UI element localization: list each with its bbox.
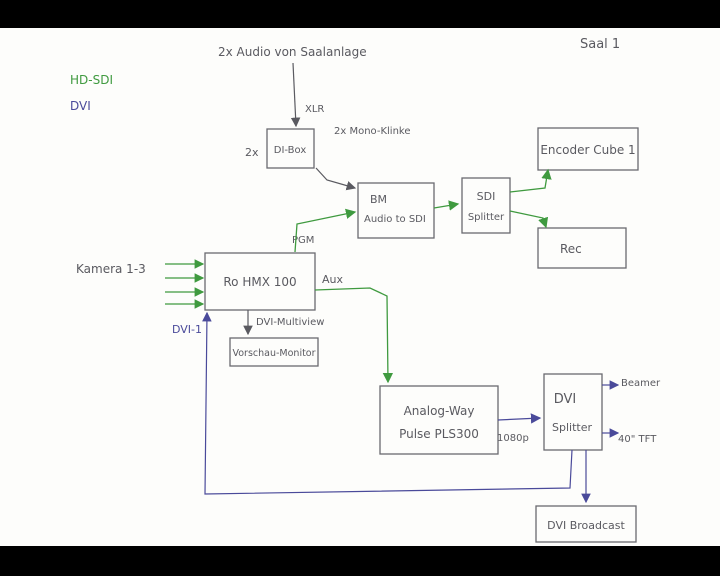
- sdi-sub-label: Splitter: [468, 212, 505, 223]
- audio-input-arrow: [290, 62, 301, 128]
- pulse-label-2: Pulse PLS300: [399, 427, 479, 441]
- pulse-label-1: Analog-Way: [404, 404, 475, 418]
- aux-arrow: [314, 287, 394, 384]
- dvi-return-loop: [202, 311, 573, 495]
- video-frame: Saal 1 HD-SDI DVI 2x Audio von Saalanlag…: [0, 0, 720, 576]
- aux-label: Aux: [322, 273, 343, 286]
- di-to-bm-arrow: [315, 167, 357, 191]
- legend-hdsdi: HD-SDI: [70, 73, 113, 87]
- kamera-label: Kamera 1-3: [76, 262, 146, 276]
- rec-box: [537, 227, 627, 269]
- sdi-label: SDI: [477, 190, 496, 203]
- xlr-label: XLR: [305, 104, 324, 115]
- bm-label: BM: [370, 193, 387, 206]
- dvi-splitter-box: [543, 373, 603, 451]
- mono-label: 2x Mono-Klinke: [334, 126, 411, 137]
- bm-to-sdi-arrow: [433, 200, 460, 211]
- top-input-label: 2x Audio von Saalanlage: [218, 45, 367, 59]
- tft-label: 40" TFT: [618, 434, 657, 445]
- dvi-splitter-label-1: DVI: [554, 392, 577, 407]
- di-multiplier: 2x: [245, 146, 259, 159]
- dvi-broadcast-label: DVI Broadcast: [547, 519, 625, 532]
- bm-sub-label: Audio to SDI: [364, 214, 426, 225]
- sdi-to-rec-arrow: [509, 210, 549, 229]
- whiteboard-paper: Saal 1 HD-SDI DVI 2x Audio von Saalanlag…: [0, 28, 720, 546]
- vorschau-label: Vorschau-Monitor: [232, 348, 315, 359]
- dvi-splitter-label-2: Splitter: [552, 421, 592, 434]
- legend-dvi: DVI: [70, 99, 91, 113]
- signal-flow-diagram: Saal 1 HD-SDI DVI 2x Audio von Saalanlag…: [70, 37, 661, 543]
- sdi-splitter-box: [461, 177, 511, 234]
- multiview-label: DVI-Multiview: [256, 317, 324, 328]
- pulse-box: [379, 385, 499, 455]
- res-label: 1080p: [497, 433, 529, 444]
- pulse-to-dvi-arrow: [497, 413, 542, 424]
- dvi1-label: DVI-1: [172, 323, 202, 336]
- page-label: Saal 1: [580, 37, 620, 52]
- encoder-label: Encoder Cube 1: [540, 143, 635, 157]
- sdi-to-encoder-arrow: [509, 168, 552, 193]
- bm-audio-to-sdi-box: [357, 182, 435, 239]
- mixer-label: Ro HMX 100: [223, 275, 296, 289]
- di-box-label: DI-Box: [274, 145, 307, 156]
- beamer-label: Beamer: [621, 378, 661, 389]
- pgm-arrow: [294, 208, 357, 253]
- rec-label: Rec: [560, 242, 582, 256]
